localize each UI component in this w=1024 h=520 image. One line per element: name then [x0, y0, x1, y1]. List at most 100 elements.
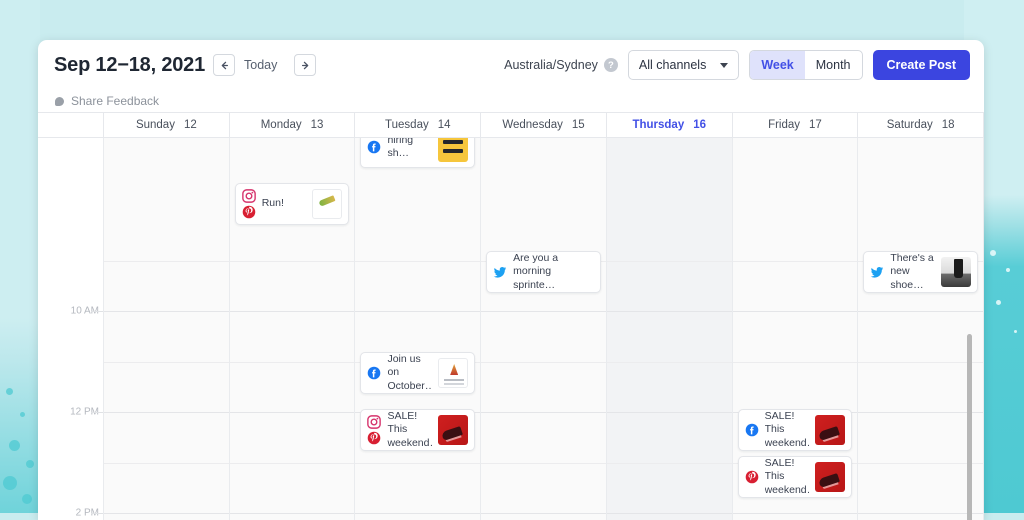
calendar-post[interactable]: SALE! This weekend…	[737, 409, 853, 451]
grid-line	[104, 361, 229, 363]
background-speckle	[996, 300, 1001, 305]
day-header-row: Sunday 12 Monday 13 Tuesday 14 Wednesday 15 Thur…	[38, 112, 984, 138]
speech-bubble-icon	[55, 96, 64, 106]
day-header-monday[interactable]: Monday 13	[228, 113, 355, 137]
grid-line	[481, 462, 606, 464]
day-column-thursday[interactable]	[605, 138, 732, 520]
grid-line	[606, 412, 732, 413]
day-column-sunday[interactable]	[103, 138, 229, 520]
share-feedback-row[interactable]: Share Feedback	[38, 90, 984, 112]
grid-line	[104, 311, 229, 312]
post-channel-icons	[241, 189, 256, 219]
instagram-icon	[241, 189, 256, 203]
day-name: Thursday	[632, 119, 685, 131]
day-header-wednesday[interactable]: Wednesday 15	[480, 113, 606, 137]
post-thumbnail	[438, 358, 469, 388]
calendar-post[interactable]: There's a new shoe…	[863, 251, 979, 293]
day-name: Wednesday	[502, 119, 563, 131]
background-speckle	[3, 476, 17, 490]
grid-line	[606, 513, 732, 514]
grid-line	[229, 361, 355, 363]
day-name: Monday	[260, 119, 302, 131]
post-thumbnail	[438, 415, 469, 445]
create-post-button[interactable]: Create Post	[872, 50, 970, 80]
background-speckle	[6, 388, 13, 395]
day-name: Saturday	[886, 119, 933, 131]
post-channel-icons	[745, 423, 759, 437]
pinterest-icon	[745, 470, 758, 484]
post-thumbnail	[815, 415, 846, 445]
day-header-friday[interactable]: Friday 17	[731, 113, 858, 137]
page-title: Sep 12−18, 2021	[54, 53, 206, 76]
post-text: Run!	[261, 197, 284, 210]
post-text: hiring sh…	[387, 138, 414, 159]
twitter-icon	[493, 266, 507, 278]
day-date: 14	[437, 119, 451, 131]
post-text: SALE! This weekend…	[764, 410, 810, 449]
day-date: 13	[310, 119, 324, 131]
scrollbar-thumb[interactable]	[967, 334, 972, 520]
channel-filter-dropdown[interactable]: All channels	[627, 50, 740, 80]
day-header-sunday[interactable]: Sunday 12	[103, 113, 229, 137]
prev-week-button[interactable]	[213, 54, 236, 76]
post-channel-icons	[367, 415, 382, 445]
calendar-post[interactable]: Run!	[234, 183, 350, 225]
grid-line	[355, 311, 481, 312]
grid-line	[104, 260, 229, 262]
day-column-friday[interactable]: SALE! This weekend… SALE! This weekend…	[731, 138, 858, 520]
time-gutter: 10 AM 12 PM 2 PM	[56, 138, 103, 520]
pinterest-icon	[368, 431, 381, 445]
grid-line	[606, 260, 732, 262]
day-date: 12	[183, 119, 197, 131]
next-week-button[interactable]	[294, 54, 317, 76]
grid-line	[481, 361, 606, 363]
grid-line	[732, 260, 858, 262]
tab-week[interactable]: Week	[750, 51, 805, 79]
calendar-post[interactable]: SALE! This weekend…	[737, 456, 853, 498]
share-feedback-label[interactable]: Share Feedback	[71, 94, 159, 108]
timezone-label: Australia/Sydney	[504, 57, 598, 72]
day-header-saturday[interactable]: Saturday 18	[857, 113, 984, 137]
time-gutter-header	[56, 113, 103, 137]
day-column-wednesday[interactable]: Are you a morning sprinte…	[480, 138, 606, 520]
toolbar: Sep 12−18, 2021 Today Australia/Sydney? …	[38, 40, 984, 90]
calendar-post[interactable]: hiring sh…	[360, 138, 476, 168]
grid-line	[104, 412, 229, 413]
grid-line	[355, 462, 481, 464]
today-button[interactable]: Today	[244, 58, 277, 72]
arrow-left-icon	[221, 61, 228, 69]
chevron-down-icon	[720, 62, 729, 68]
background-speckle	[1014, 330, 1017, 333]
grid-line	[606, 462, 732, 464]
day-date: 17	[809, 119, 822, 131]
tab-month[interactable]: Month	[805, 51, 862, 79]
facebook-icon	[368, 140, 381, 154]
help-icon[interactable]: ?	[603, 58, 618, 73]
grid-line	[481, 513, 606, 514]
day-header-tuesday[interactable]: Tuesday 14	[354, 113, 480, 137]
vertical-scrollbar[interactable]	[963, 138, 975, 520]
background-decoration-left	[0, 0, 40, 513]
calendar-post[interactable]: SALE! This weekend…	[360, 409, 476, 451]
day-column-tuesday[interactable]: hiring sh… Join us on October… SALE! This …	[354, 138, 481, 520]
post-channel-icons	[367, 366, 381, 380]
calendar-post[interactable]: Are you a morning sprinte…	[486, 251, 601, 293]
grid-line	[229, 513, 355, 514]
post-channel-icons	[493, 265, 507, 279]
post-channel-icons	[870, 265, 884, 279]
day-date: 18	[941, 119, 955, 131]
day-name: Tuesday	[385, 119, 429, 131]
calendar-scroll-area[interactable]: 10 AM 12 PM 2 PM Run! hiring sh… Join us on …	[38, 138, 984, 520]
calendar-post[interactable]: Join us on October…	[360, 352, 476, 394]
grid-line	[606, 361, 732, 363]
week-calendar: Sunday 12 Monday 13 Tuesday 14 Wednesday 15 Thur…	[38, 112, 984, 520]
background-speckle	[22, 494, 32, 504]
grid-line	[229, 412, 355, 413]
twitter-icon	[871, 266, 884, 278]
grid-line	[104, 513, 229, 514]
background-speckle	[9, 440, 20, 451]
post-text: There's a new shoe…	[890, 252, 934, 291]
post-text: Join us on October…	[387, 353, 433, 392]
day-header-thursday[interactable]: Thursday 16	[605, 113, 732, 137]
day-column-monday[interactable]: Run!	[228, 138, 355, 520]
